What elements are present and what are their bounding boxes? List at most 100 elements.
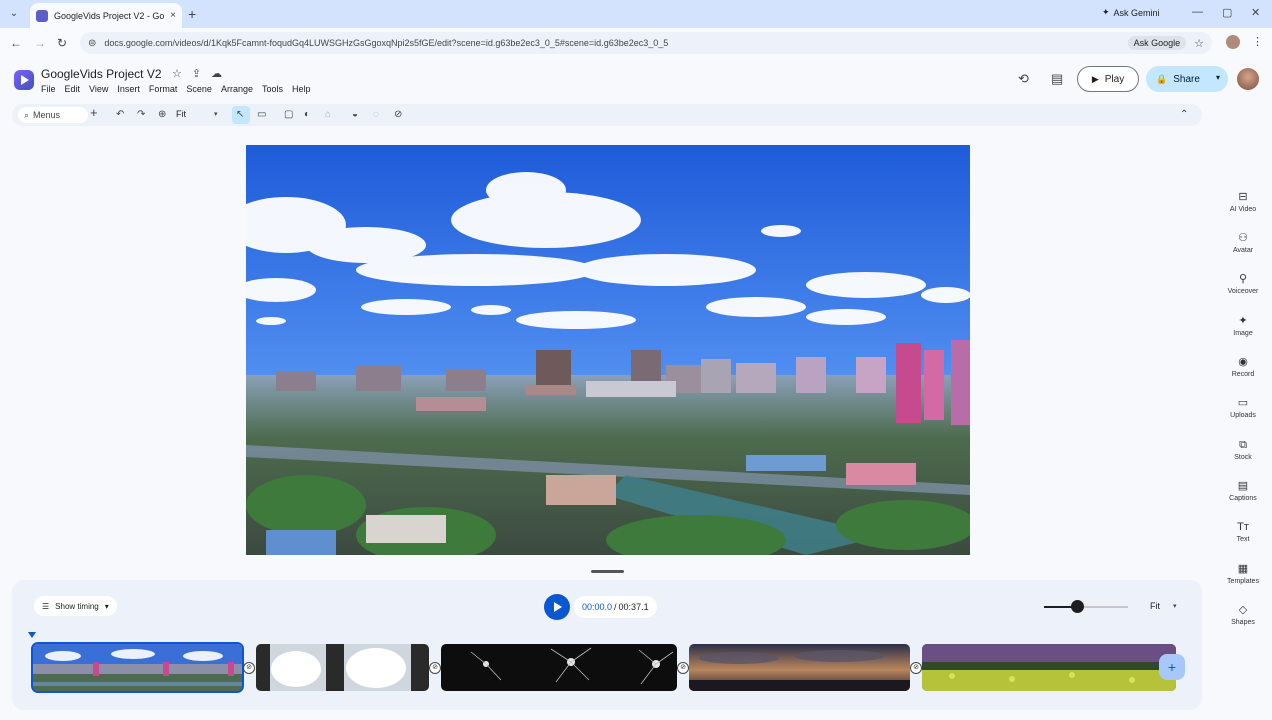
chevron-down-icon[interactable]: ▾ xyxy=(214,110,218,118)
side-voiceover[interactable]: ⚲ Voiceover xyxy=(1218,272,1268,295)
scene-clip-flowers[interactable] xyxy=(922,644,1176,691)
transition-icon[interactable]: ⊘ xyxy=(910,662,922,674)
zoom-select[interactable]: Fit xyxy=(176,109,186,119)
scene-clip-waterfall[interactable] xyxy=(256,644,429,691)
side-templates[interactable]: ▦ Templates xyxy=(1218,562,1268,585)
menu-help[interactable]: Help xyxy=(292,84,311,94)
add-scene-button[interactable]: + xyxy=(1159,654,1185,680)
bookmark-star-icon[interactable]: ☆ xyxy=(1194,37,1204,50)
scene-clip-sparkler[interactable] xyxy=(441,644,677,691)
menu-arrange[interactable]: Arrange xyxy=(221,84,253,94)
scene-canvas[interactable] xyxy=(246,145,970,555)
browser-menu-icon[interactable]: ⋮ xyxy=(1252,35,1263,48)
menu-edit[interactable]: Edit xyxy=(65,84,81,94)
side-record[interactable]: ◉ Record xyxy=(1218,355,1268,378)
side-text[interactable]: Tт Text xyxy=(1218,520,1268,543)
share-button[interactable]: 🔒 Share ▾ xyxy=(1146,66,1228,92)
url-text: docs.google.com/videos/d/1Kqk5Fcamnt-foq… xyxy=(104,38,669,48)
select-cursor-icon[interactable]: ↖ xyxy=(236,108,244,122)
side-ai-video[interactable]: ⊟ AI Video xyxy=(1218,190,1268,213)
menu-view[interactable]: View xyxy=(89,84,108,94)
play-icon: ▶ xyxy=(1091,73,1099,84)
lock-icon: 🔒 xyxy=(1156,73,1168,84)
gemini-icon: ✦ xyxy=(1102,7,1110,17)
star-icon[interactable]: ☆ xyxy=(172,67,182,80)
menu-format[interactable]: Format xyxy=(149,84,178,94)
menu-file[interactable]: File xyxy=(41,84,56,94)
add-comment-icon[interactable]: ▭ xyxy=(257,108,266,122)
ask-gemini-button[interactable]: ✦ Ask Gemini xyxy=(1102,7,1160,18)
menu-tools[interactable]: Tools xyxy=(262,84,283,94)
voiceover-icon: ⚲ xyxy=(1238,273,1248,285)
minimize-icon[interactable]: — xyxy=(1192,6,1203,18)
playhead-marker[interactable] xyxy=(28,632,36,638)
move-to-folder-icon[interactable]: ⇪ xyxy=(192,67,201,80)
chevron-down-icon[interactable]: ▾ xyxy=(1216,73,1220,82)
share-label: Share xyxy=(1173,73,1200,85)
play-button[interactable]: ▶ Play xyxy=(1077,66,1139,92)
new-tab-button[interactable]: + xyxy=(188,6,196,22)
transition-icon[interactable]: ⊘ xyxy=(429,662,441,674)
transition-icon[interactable]: ⊘ xyxy=(243,662,255,674)
frame-icon[interactable]: ▢ xyxy=(284,108,293,122)
menu-scene[interactable]: Scene xyxy=(186,84,212,94)
back-icon[interactable]: ← xyxy=(10,36,22,50)
site-info-icon[interactable]: ⊜ xyxy=(88,38,96,49)
timeline-zoom-slider[interactable] xyxy=(1044,606,1128,608)
transition-icon[interactable]: ⊘ xyxy=(677,662,689,674)
shape-icon[interactable]: ◐ xyxy=(304,108,310,122)
scene-clip-sunset[interactable] xyxy=(689,644,910,691)
border-color-icon[interactable]: ◌ xyxy=(373,108,379,122)
city-skyline-image xyxy=(246,145,970,555)
reload-icon[interactable]: ↻ xyxy=(57,36,67,50)
sunset-thumbnail xyxy=(689,644,910,691)
flower-field-thumbnail xyxy=(922,644,1176,691)
side-uploads[interactable]: ▭ Uploads xyxy=(1218,396,1268,419)
url-input[interactable]: ⊜ docs.google.com/videos/d/1Kqk5Fcamnt-f… xyxy=(80,32,1212,54)
close-window-icon[interactable]: ✕ xyxy=(1251,6,1260,19)
user-avatar[interactable] xyxy=(1237,68,1259,90)
timeline-play-button[interactable] xyxy=(544,594,570,620)
forward-icon[interactable]: → xyxy=(34,36,46,50)
version-history-icon[interactable]: ⟲ xyxy=(1018,71,1029,87)
browser-tab[interactable]: GoogleVids Project V2 - Google Vids × xyxy=(30,3,182,28)
side-record-label: Record xyxy=(1231,371,1255,378)
menus-search[interactable]: ⌕ Menus xyxy=(18,107,88,123)
timeline-panel: ☰ Show timing ▾ 00:00.0 / 00:37.1 Fit ▾ … xyxy=(12,580,1202,710)
scene-clip-city[interactable] xyxy=(31,642,244,693)
vids-logo-icon[interactable] xyxy=(14,70,34,90)
side-image[interactable]: ✦ Image xyxy=(1218,314,1268,337)
add-icon[interactable]: + xyxy=(90,106,98,120)
side-avatar[interactable]: ⚇ Avatar xyxy=(1218,231,1268,254)
redo-icon[interactable]: ↷ xyxy=(137,108,145,122)
timeline-fit-select[interactable]: Fit xyxy=(1150,601,1160,611)
zoom-icon[interactable]: ⊕ xyxy=(158,108,166,122)
side-stock[interactable]: ⧉ Stock xyxy=(1218,438,1268,461)
browser-profile-avatar[interactable] xyxy=(1226,35,1240,49)
ask-google-button[interactable]: Ask Google xyxy=(1127,36,1187,50)
document-title[interactable]: GoogleVids Project V2 xyxy=(41,67,162,81)
fill-color-icon[interactable]: ◒ xyxy=(352,108,358,122)
side-captions[interactable]: ▤ Captions xyxy=(1218,479,1268,502)
canvas-resize-handle[interactable] xyxy=(591,570,624,573)
side-stock-label: Stock xyxy=(1234,454,1252,461)
comments-icon[interactable]: ▤ xyxy=(1051,71,1063,87)
menu-insert[interactable]: Insert xyxy=(117,84,140,94)
show-timing-button[interactable]: ☰ Show timing ▾ xyxy=(34,596,117,616)
tab-search-icon[interactable]: ⌄ xyxy=(6,6,22,22)
link-icon[interactable]: ⊘ xyxy=(394,108,402,122)
side-shapes[interactable]: ◇ Shapes xyxy=(1218,603,1268,626)
side-captions-label: Captions xyxy=(1229,495,1257,502)
chevron-down-icon[interactable]: ▾ xyxy=(1173,602,1177,610)
paint-format-icon[interactable]: ⌂ xyxy=(325,108,331,122)
cloud-saved-icon[interactable]: ☁ xyxy=(211,67,222,80)
templates-icon: ▦ xyxy=(1237,563,1249,575)
undo-icon[interactable]: ↶ xyxy=(116,108,124,122)
side-voiceover-label: Voiceover xyxy=(1227,288,1259,295)
collapse-toolbar-icon[interactable]: ⌃ xyxy=(1180,108,1188,122)
waterfall-thumbnail xyxy=(256,644,429,691)
zoom-slider-handle[interactable] xyxy=(1071,600,1084,613)
maximize-icon[interactable]: ▢ xyxy=(1222,6,1232,19)
close-icon[interactable]: × xyxy=(170,10,176,21)
side-templates-label: Templates xyxy=(1227,578,1259,585)
